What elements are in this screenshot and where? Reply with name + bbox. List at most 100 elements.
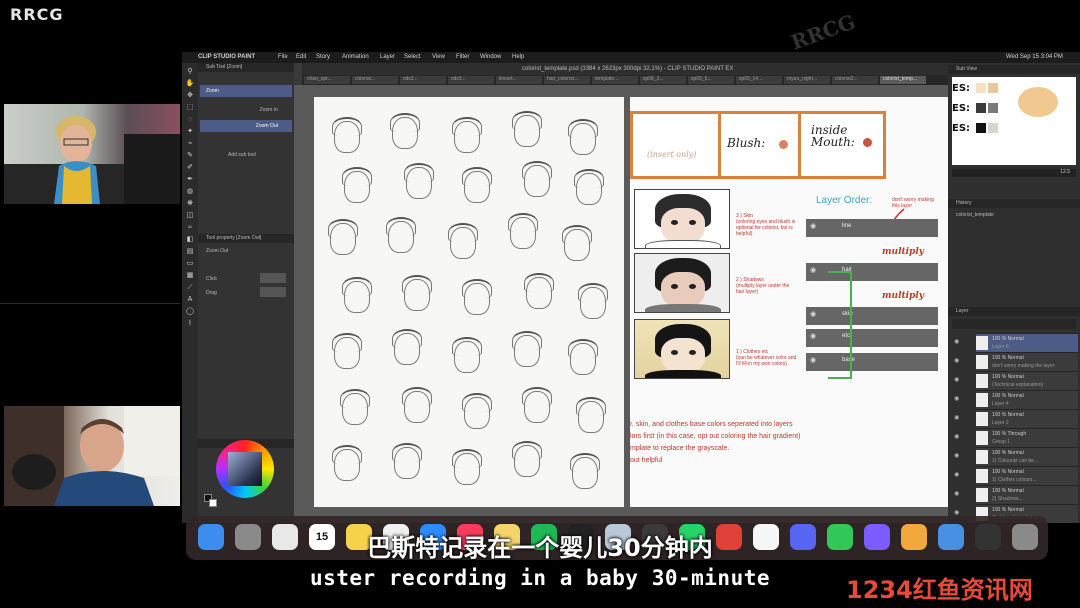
- layer-row[interactable]: 100 % Normal 1) Clothes colours...: [976, 466, 1078, 485]
- sub-view-swatch: [988, 123, 998, 133]
- layer-visibility-eye-icon[interactable]: ◉: [954, 338, 959, 345]
- tab-document-active[interactable]: colorist_temp...: [880, 76, 926, 84]
- layer-row[interactable]: 100 % Normal Layer 6: [976, 333, 1078, 352]
- sketch-head: [508, 213, 538, 249]
- color-legend-box: (insert only) Blush: inside Mouth:: [630, 111, 886, 179]
- canvas-area[interactable]: (insert only) Blush: inside Mouth: 3) S…: [294, 85, 948, 523]
- add-sub-tool-button[interactable]: Add sub tool: [200, 149, 292, 161]
- history-item[interactable]: colorist_template: [950, 209, 1078, 221]
- layer-header: Layer: [948, 307, 1080, 316]
- tab-document[interactable]: hair_colorist...: [544, 76, 590, 84]
- layer-row[interactable]: 100 % Normal Layer 2: [976, 409, 1078, 428]
- layer-visibility-eye-icon[interactable]: ◉: [954, 509, 959, 516]
- layer-row[interactable]: 100 % Normal don't worry making the layer: [976, 352, 1078, 371]
- balloon-tool-icon[interactable]: ◯: [185, 307, 195, 316]
- zoom-tool-icon[interactable]: ⚲: [185, 67, 195, 76]
- pen-tool-icon[interactable]: ✎: [185, 151, 195, 160]
- gradient-tool-icon[interactable]: ▤: [185, 247, 195, 256]
- eye-icon: ◉: [810, 267, 817, 274]
- layer-visibility-eye-icon[interactable]: ◉: [954, 414, 959, 421]
- decoration-tool-icon[interactable]: ❋: [185, 199, 195, 208]
- example-pane-shadows: [634, 253, 730, 313]
- brush-tool-icon[interactable]: ✒: [185, 175, 195, 184]
- sketch-head: [332, 445, 362, 481]
- speaker-portrait-1: [4, 116, 180, 204]
- sketch-head: [402, 275, 432, 311]
- menu-layer[interactable]: Layer: [380, 54, 395, 60]
- eyedropper-tool-icon[interactable]: ⌁: [185, 139, 195, 148]
- drag-toggle[interactable]: [260, 287, 286, 297]
- sketch-head: [462, 393, 492, 429]
- menu-view[interactable]: View: [432, 54, 445, 60]
- layer-visibility-eye-icon[interactable]: ◉: [954, 452, 959, 459]
- airbrush-tool-icon[interactable]: ◍: [185, 187, 195, 196]
- sketch-head: [512, 331, 542, 367]
- main-color-icon[interactable]: [185, 339, 195, 348]
- tab-document[interactable]: lineart...: [496, 76, 542, 84]
- tab-document[interactable]: sp09_14...: [736, 76, 782, 84]
- pencil-tool-icon[interactable]: ✐: [185, 163, 195, 172]
- color-square[interactable]: [228, 452, 262, 486]
- layer-blend-controls[interactable]: [952, 319, 1076, 329]
- layer-visibility-eye-icon[interactable]: ◉: [954, 471, 959, 478]
- sketch-head: [524, 273, 554, 309]
- menu-filter[interactable]: Filter: [456, 54, 469, 60]
- layer-row[interactable]: 100 % Through Group 1: [976, 428, 1078, 447]
- hand-tool-icon[interactable]: ✋: [185, 79, 195, 88]
- app-menu[interactable]: CLIP STUDIO PAINT: [198, 54, 255, 60]
- frame-tool-icon[interactable]: ▦: [185, 271, 195, 280]
- layer-blend: 100 % Normal: [992, 412, 1024, 418]
- tab-document[interactable]: myuu_night...: [784, 76, 830, 84]
- blend-tool-icon[interactable]: ≈: [185, 223, 195, 232]
- wand-tool-icon[interactable]: ✦: [185, 127, 195, 136]
- tab-document[interactable]: colorist...: [352, 76, 398, 84]
- sketch-head: [462, 167, 492, 203]
- eraser-tool-icon[interactable]: ◫: [185, 211, 195, 220]
- tab-document[interactable]: colorist2...: [832, 76, 878, 84]
- sketch-heads: [314, 97, 624, 507]
- correct-line-tool-icon[interactable]: ⌇: [185, 319, 195, 328]
- document-title: colorist_template.psd (3384 x 2623px 300…: [522, 66, 734, 72]
- sub-view-thumbnail[interactable]: ES: ES: ES:: [952, 77, 1076, 165]
- layer-visibility-eye-icon[interactable]: ◉: [954, 376, 959, 383]
- tab-document[interactable]: sp09_5...: [688, 76, 734, 84]
- layer-row[interactable]: 100 % Normal (Technical explanation): [976, 371, 1078, 390]
- text-tool-icon[interactable]: A: [185, 295, 195, 304]
- tab-document[interactable]: template...: [592, 76, 638, 84]
- sub-color-swatch[interactable]: [209, 499, 217, 507]
- zoom-slider[interactable]: 12.5: [952, 169, 1076, 177]
- menu-file[interactable]: File: [278, 54, 288, 60]
- tab-document[interactable]: chan_opt...: [304, 76, 350, 84]
- layer-row[interactable]: 100 % Normal 1) Colourist can be...: [976, 447, 1078, 466]
- tab-document[interactable]: sp08_3...: [640, 76, 686, 84]
- eye-icon: ◉: [810, 357, 817, 364]
- layer-visibility-eye-icon[interactable]: ◉: [954, 357, 959, 364]
- move-tool-icon[interactable]: ✥: [185, 91, 195, 100]
- layer-row[interactable]: 100 % Normal Layer 4: [976, 390, 1078, 409]
- fill-tool-icon[interactable]: ◧: [185, 235, 195, 244]
- sub-tool-zoom-in[interactable]: Zoom In: [200, 104, 292, 116]
- layer-visibility-eye-icon[interactable]: ◉: [954, 395, 959, 402]
- layer-row[interactable]: 100 % Normal 2) Shadows...: [976, 485, 1078, 504]
- layer-visibility-eye-icon[interactable]: ◉: [954, 490, 959, 497]
- tab-document[interactable]: cdx3...: [448, 76, 494, 84]
- layer-thumbnail: [976, 374, 988, 388]
- brand-logo: RRCG: [10, 5, 64, 24]
- layer-visibility-eye-icon[interactable]: ◉: [954, 433, 959, 440]
- menu-select[interactable]: Select: [404, 54, 421, 60]
- eye-icon: ◉: [810, 311, 817, 318]
- sketch-head: [452, 449, 482, 485]
- menu-edit[interactable]: Edit: [296, 54, 306, 60]
- sub-tool-zoom[interactable]: Zoom: [200, 85, 292, 97]
- click-toggle[interactable]: [260, 273, 286, 283]
- ruler-tool-icon[interactable]: ⟋: [185, 283, 195, 292]
- lasso-tool-icon[interactable]: ◌: [185, 115, 195, 124]
- menu-window[interactable]: Window: [480, 54, 501, 60]
- menu-animation[interactable]: Animation: [342, 54, 369, 60]
- menu-story[interactable]: Story: [316, 54, 330, 60]
- menu-help[interactable]: Help: [512, 54, 524, 60]
- selection-tool-icon[interactable]: ⬚: [185, 103, 195, 112]
- sub-tool-zoom-out[interactable]: Zoom Out: [200, 120, 292, 132]
- tab-document[interactable]: cdx2...: [400, 76, 446, 84]
- figure-tool-icon[interactable]: ▭: [185, 259, 195, 268]
